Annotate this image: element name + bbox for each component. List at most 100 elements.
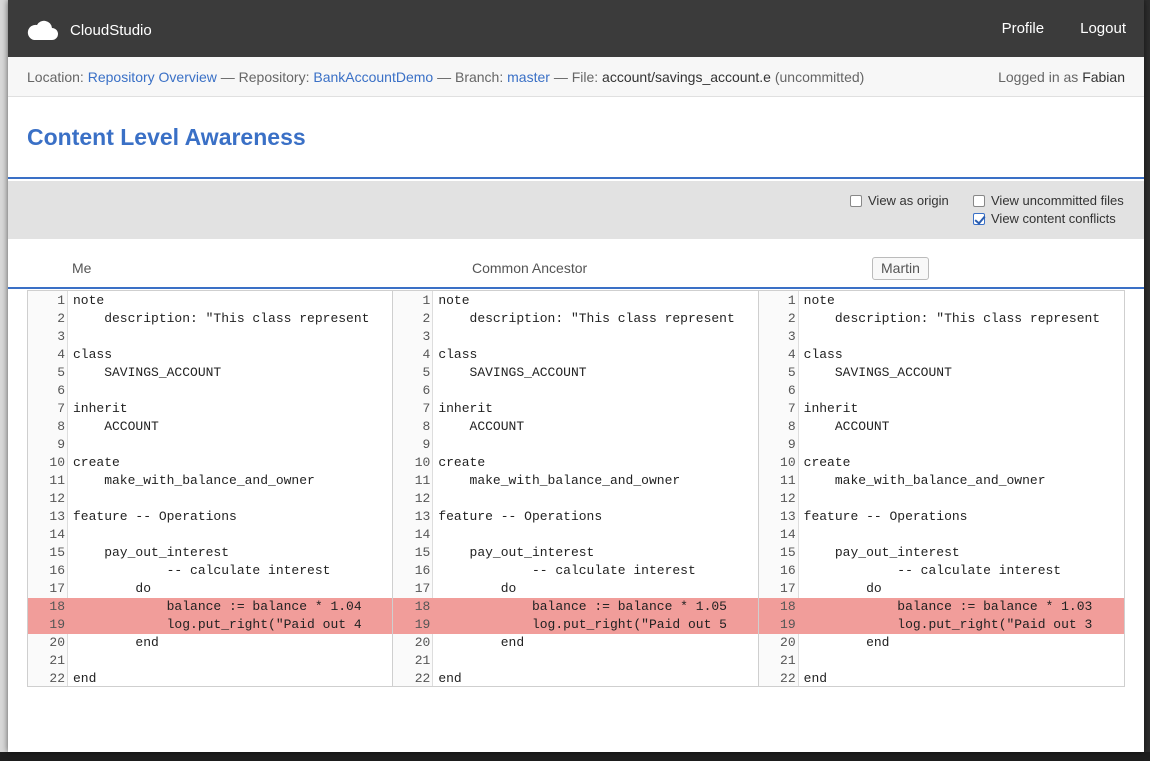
profile-link[interactable]: Profile: [1002, 20, 1045, 37]
code-text: create: [73, 455, 120, 470]
view-uncommitted-label: View uncommitted files: [991, 193, 1124, 208]
code-line: 20 end: [759, 634, 1124, 652]
line-number: 13: [49, 509, 65, 524]
code-line: 5 SAVINGS_ACCOUNT: [28, 364, 392, 382]
code-text: balance := balance * 1.03: [803, 599, 1093, 614]
code-line: 12: [393, 490, 757, 508]
code-text: create: [803, 455, 851, 470]
code-text: note: [73, 293, 105, 308]
code-text: do: [73, 581, 152, 596]
repository-link[interactable]: BankAccountDemo: [313, 69, 433, 85]
view-uncommitted-checkbox[interactable]: [973, 194, 985, 207]
line-number: 4: [57, 347, 65, 362]
conflict-line: 19 log.put_right("Paid out 5: [393, 616, 758, 634]
code-text: description: "This class represent: [73, 311, 370, 326]
code-line: 1 note: [393, 292, 757, 310]
code-text: -- calculate interest: [73, 563, 331, 578]
line-number: 9: [57, 437, 65, 452]
line-number: 3: [57, 329, 65, 344]
code-line: 5 SAVINGS_ACCOUNT: [393, 364, 757, 382]
code-text: do: [438, 581, 517, 596]
column-header-other-button[interactable]: Martin: [872, 257, 929, 280]
conflict-line: 18 balance := balance * 1.03: [758, 598, 1124, 616]
line-number: 18: [49, 599, 65, 614]
brand[interactable]: CloudStudio: [26, 18, 152, 42]
code-text: class: [438, 347, 478, 362]
line-number: 15: [49, 545, 65, 560]
top-navbar: CloudStudio Profile Logout: [8, 0, 1144, 57]
branch-label: — Branch:: [437, 69, 504, 85]
code-text: end: [73, 671, 97, 686]
line-number: 17: [414, 581, 431, 596]
code-pane-other[interactable]: 1 note 2 description: "This class represen…: [758, 291, 1124, 686]
page-title: Content Level Awareness: [27, 124, 306, 150]
code-text: ACCOUNT: [803, 419, 890, 434]
code-text: make_with_balance_and_owner: [803, 473, 1046, 488]
line-number: 14: [49, 527, 65, 542]
line-number: 14: [780, 527, 796, 542]
logout-link[interactable]: Logout: [1080, 20, 1126, 37]
code-text: ACCOUNT: [73, 419, 159, 434]
view-conflicts-label: View content conflicts: [991, 211, 1116, 226]
code-line: 1 note: [759, 292, 1124, 310]
code-text: pay_out_interest: [73, 545, 230, 560]
code-line: 8 ACCOUNT: [28, 418, 392, 436]
view-as-origin-option[interactable]: View as origin: [850, 193, 949, 208]
line-number: 22: [414, 671, 431, 686]
view-conflicts-checkbox[interactable]: [973, 212, 985, 225]
code-pane-me[interactable]: 1 note 2 description: "This class represen…: [28, 291, 394, 686]
code-line: 16 -- calculate interest: [759, 562, 1124, 580]
code-line: 16 -- calculate interest: [393, 562, 757, 580]
line-number: 21: [49, 653, 65, 668]
view-as-origin-checkbox[interactable]: [850, 194, 862, 207]
code-line: 20 end: [393, 634, 757, 652]
code-line: 2 description: "This class represent: [28, 310, 392, 328]
code-line: 21: [28, 652, 392, 670]
view-conflicts-option[interactable]: View content conflicts: [973, 211, 1116, 226]
code-pane-ancestor[interactable]: 1 note 2 description: "This class represen…: [393, 291, 759, 686]
file-label: — File:: [553, 69, 599, 85]
code-text: inherit: [803, 401, 859, 416]
line-number: 17: [49, 581, 65, 596]
code-text: do: [803, 581, 882, 596]
line-number: 18: [780, 599, 796, 614]
app-window: CloudStudio Profile Logout Location: Rep…: [8, 0, 1144, 752]
line-number: 11: [414, 473, 431, 488]
line-number: 16: [49, 563, 65, 578]
line-number: 22: [49, 671, 65, 686]
code-text: SAVINGS_ACCOUNT: [438, 365, 587, 380]
code-text: make_with_balance_and_owner: [73, 473, 315, 488]
line-number: 21: [780, 653, 796, 668]
code-line: 12: [759, 490, 1124, 508]
code-line: 14: [393, 526, 757, 544]
line-number: 8: [422, 419, 431, 434]
line-number: 4: [787, 347, 796, 362]
code-text: end: [73, 635, 159, 650]
line-number: 6: [57, 383, 65, 398]
breadcrumb: Location: Repository Overview — Reposito…: [27, 69, 864, 85]
line-number: 10: [780, 455, 796, 470]
code-line: 8 ACCOUNT: [393, 418, 757, 436]
line-number: 12: [414, 491, 431, 506]
code-line: 2 description: "This class represent: [393, 310, 757, 328]
code-line: 22 end: [759, 670, 1124, 686]
code-text: -- calculate interest: [803, 563, 1062, 578]
view-uncommitted-option[interactable]: View uncommitted files: [973, 193, 1124, 208]
line-number: 4: [422, 347, 431, 362]
repository-overview-link[interactable]: Repository Overview: [88, 69, 217, 85]
code-line: 14: [28, 526, 392, 544]
line-number: 5: [787, 365, 796, 380]
code-text: inherit: [73, 401, 128, 416]
code-line: 15 pay_out_interest: [759, 544, 1124, 562]
code-text: log.put_right("Paid out 3: [803, 617, 1093, 632]
code-text: create: [438, 455, 486, 470]
code-line: 3: [393, 328, 757, 346]
code-text: end: [803, 635, 890, 650]
code-text: balance := balance * 1.05: [438, 599, 727, 614]
line-number: 10: [49, 455, 65, 470]
file-status: (uncommitted): [774, 69, 865, 85]
line-number: 11: [49, 473, 65, 488]
branch-link[interactable]: master: [507, 69, 550, 85]
code-line: 8 ACCOUNT: [759, 418, 1124, 436]
code-line: 11 make_with_balance_and_owner: [759, 472, 1124, 490]
